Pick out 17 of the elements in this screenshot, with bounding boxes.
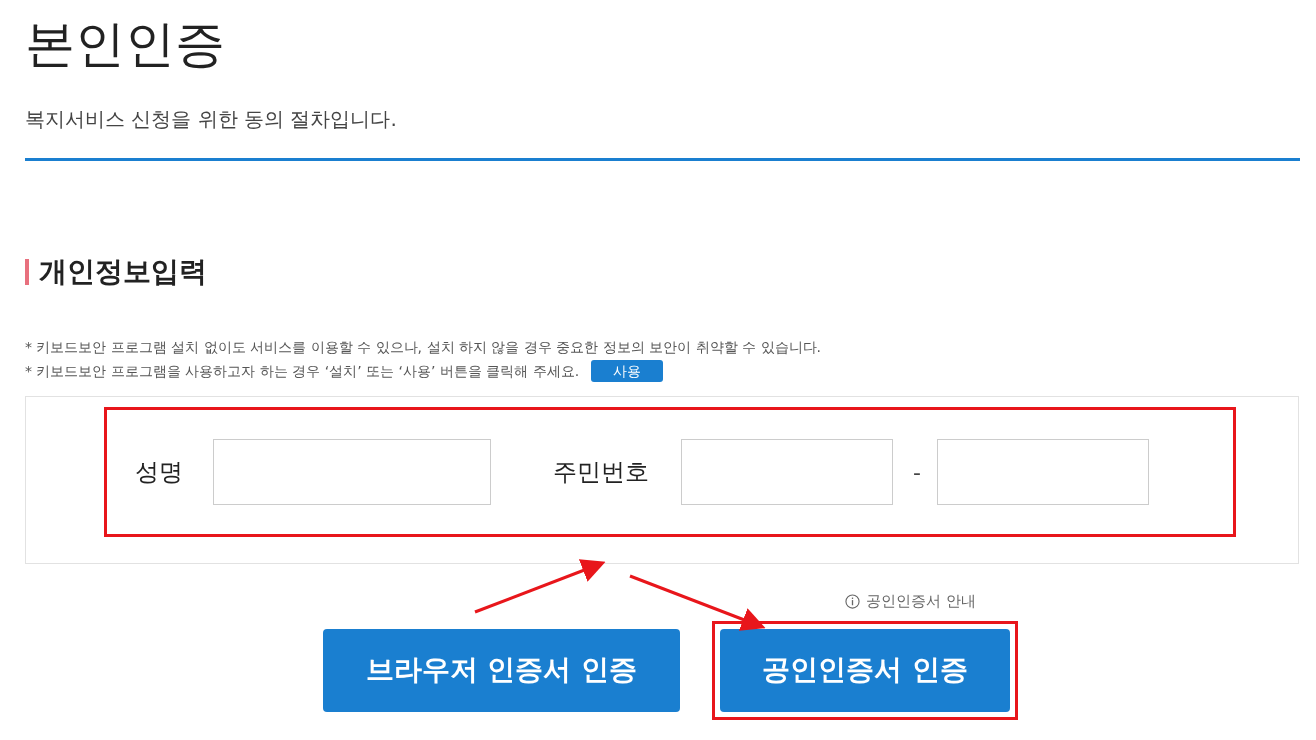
resident-number-front-field[interactable]: [681, 439, 893, 505]
page-title: 본인인증: [25, 14, 225, 75]
use-button[interactable]: 사용: [591, 360, 664, 382]
name-field[interactable]: [213, 439, 491, 505]
auth-button[interactable]: 공인인증서 인증: [720, 628, 1010, 712]
page-subtitle: 복지서비스 신청을 위한 동의 절차입니다.: [25, 106, 397, 133]
notice-text: * 키보드보안 프로그램 설치 없이도 서비스를 이용할 수 있으나, 설치 하지 않을 경우 중요한 정보의 보안이 취약할 수 있습니다.: [25, 338, 821, 357]
auth-button[interactable]: 브라우저 인증서 인증: [323, 628, 680, 712]
resident-number-back-field[interactable]: [936, 439, 1149, 505]
name-label: 성명: [135, 457, 183, 488]
section-heading: 개인정보입력: [39, 254, 207, 290]
heading-bar: [25, 259, 29, 285]
certificate-guide-link[interactable]: 공인인증서 안내: [866, 590, 976, 613]
info-icon: [845, 593, 860, 609]
resident-number-label: 주민번호: [553, 457, 649, 488]
separator-dash: -: [913, 458, 921, 487]
notice-text: * 키보드보안 프로그램을 사용하고자 하는 경우 ‘설치’ 또는 ‘사용’ 버튼을 클릭해 주세요.: [25, 361, 580, 381]
